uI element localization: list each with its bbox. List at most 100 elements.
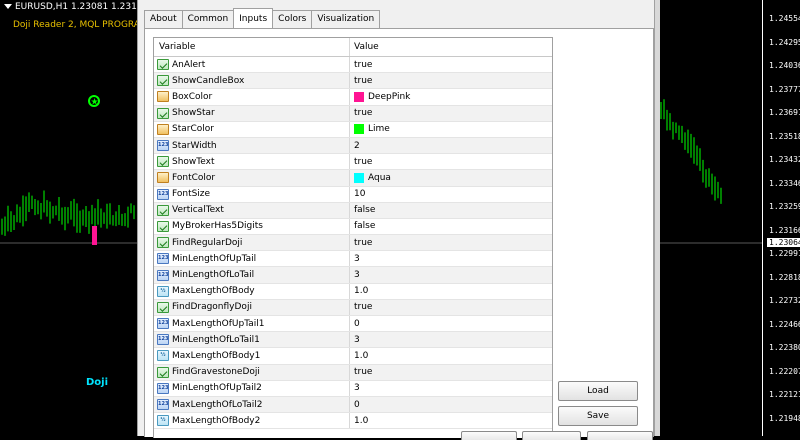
value-cell[interactable]: 1.0 <box>350 286 368 296</box>
variable-name: StarWidth <box>172 140 217 151</box>
value-cell[interactable]: true <box>350 238 372 248</box>
dbl-type-icon: ½ <box>157 285 169 297</box>
variable-value: false <box>354 221 376 232</box>
variable-cell: 123 MinLengthOfLoTail1 <box>154 332 350 348</box>
tab-colors[interactable]: Colors <box>272 10 313 28</box>
value-cell[interactable]: 2 <box>350 141 360 151</box>
input-row-minlengthoflotail1[interactable]: 123 MinLengthOfLoTail1 3 <box>154 332 552 349</box>
value-cell[interactable]: Lime <box>350 124 390 135</box>
inputs-grid: Variable Value AnAlert true ShowCandleBox t… <box>153 37 553 438</box>
input-row-boxcolor[interactable]: BoxColor DeepPink <box>154 89 552 106</box>
price-tick-label: 1.22732 <box>769 296 800 305</box>
input-row-fontsize[interactable]: 123 FontSize 10 <box>154 186 552 203</box>
input-row-findregulardoji[interactable]: FindRegularDoji true <box>154 235 552 252</box>
variable-cell: 123 MinLengthOfUpTail2 <box>154 380 350 396</box>
input-row-showtext[interactable]: ShowText true <box>154 154 552 171</box>
save-button[interactable]: Save <box>558 406 638 426</box>
variable-value: true <box>354 302 373 313</box>
tab-about[interactable]: About <box>144 10 183 28</box>
input-row-showstar[interactable]: ShowStar true <box>154 105 552 122</box>
input-row-starwidth[interactable]: 123 StarWidth 2 <box>154 137 552 155</box>
variable-name: MaxLengthOfLoTail2 <box>172 399 263 410</box>
value-cell[interactable]: 3 <box>350 254 360 264</box>
variable-cell: FontColor <box>154 170 350 186</box>
input-row-fontcolor[interactable]: FontColor Aqua <box>154 170 552 187</box>
variable-name: MinLengthOfUpTail <box>172 253 257 264</box>
dbl-type-icon: ½ <box>157 415 169 427</box>
input-row-maxlengthofbody2[interactable]: ½ MaxLengthOfBody2 1.0 <box>154 413 552 430</box>
variable-cell: 123 MinLengthOfUpTail <box>154 251 350 267</box>
variable-name: FontSize <box>172 189 211 200</box>
dialog-scrollbar[interactable] <box>654 0 660 436</box>
value-cell[interactable]: 1.0 <box>350 416 368 426</box>
value-cell[interactable]: true <box>350 157 372 167</box>
input-row-mybrokerhas5digits[interactable]: MyBrokerHas5Digits false <box>154 218 552 236</box>
value-cell[interactable]: true <box>350 367 372 377</box>
variable-value: 0 <box>354 399 360 410</box>
bool-type-icon <box>157 204 169 216</box>
variable-name: MaxLengthOfBody2 <box>172 415 261 426</box>
variable-value: 3 <box>354 383 360 394</box>
tab-inputs[interactable]: Inputs <box>233 8 274 28</box>
variable-cell: 123 FontSize <box>154 186 350 202</box>
value-cell[interactable]: true <box>350 302 372 312</box>
value-cell[interactable]: false <box>350 205 375 215</box>
value-cell[interactable]: 1.0 <box>350 351 368 361</box>
input-row-minlengthofuptail[interactable]: 123 MinLengthOfUpTail 3 <box>154 251 552 268</box>
color-type-icon <box>157 172 169 184</box>
price-tick-label: 1.23432 <box>769 155 800 164</box>
value-cell[interactable]: false <box>350 221 375 231</box>
value-cell[interactable]: 10 <box>350 189 365 199</box>
value-cell[interactable]: DeepPink <box>350 91 411 102</box>
variable-value: true <box>354 156 373 167</box>
bool-type-icon <box>157 301 169 313</box>
input-row-maxlengthofuptail1[interactable]: 123 MaxLengthOfUpTail1 0 <box>154 316 552 333</box>
bool-type-icon <box>157 59 169 71</box>
tab-common[interactable]: Common <box>181 10 235 28</box>
value-cell[interactable]: Aqua <box>350 172 391 183</box>
value-cell[interactable]: 0 <box>350 319 360 329</box>
color-type-icon <box>157 123 169 135</box>
variable-value: DeepPink <box>368 91 411 102</box>
variable-cell: VerticalText <box>154 202 350 218</box>
value-cell[interactable]: true <box>350 60 372 70</box>
tab-visualization[interactable]: Visualization <box>311 10 381 28</box>
input-row-maxlengthofbody1[interactable]: ½ MaxLengthOfBody1 1.0 <box>154 348 552 365</box>
tab-bar: About Common Inputs Colors Visualization <box>144 8 381 29</box>
value-cell[interactable]: true <box>350 108 372 118</box>
value-cell[interactable]: 3 <box>350 383 360 393</box>
bool-type-icon <box>157 107 169 119</box>
input-row-finddragonflydoji[interactable]: FindDragonflyDoji true <box>154 299 552 316</box>
variable-cell: 123 MaxLengthOfUpTail1 <box>154 316 350 332</box>
input-row-maxlengthofbody[interactable]: ½ MaxLengthOfBody 1.0 <box>154 283 552 300</box>
input-row-verticaltext[interactable]: VerticalText false <box>154 202 552 219</box>
variable-column-header[interactable]: Variable <box>154 38 350 56</box>
variable-value: true <box>354 367 373 378</box>
input-row-starcolor[interactable]: StarColor Lime <box>154 121 552 138</box>
input-row-findgravestonedoji[interactable]: FindGravestoneDoji true <box>154 364 552 381</box>
value-cell[interactable]: true <box>350 76 372 86</box>
variable-name: MinLengthOfLoTail1 <box>172 334 260 345</box>
value-cell[interactable]: 3 <box>350 335 360 345</box>
grid-header: Variable Value <box>154 38 552 57</box>
current-price-marker: 1.23064 <box>767 238 800 247</box>
input-row-maxlengthoflotail2[interactable]: 123 MaxLengthOfLoTail2 0 <box>154 396 552 414</box>
collapse-triangle-icon[interactable] <box>4 4 12 9</box>
color-swatch <box>354 91 364 102</box>
value-cell[interactable]: 3 <box>350 270 360 280</box>
price-tick-label: 1.23259 <box>769 202 800 211</box>
price-tick-label: 1.22818 <box>769 272 800 282</box>
value-cell[interactable]: 0 <box>350 400 360 410</box>
input-row-analert[interactable]: AnAlert true <box>154 57 552 74</box>
doji-text-label: Doji <box>86 377 109 388</box>
input-row-minlengthofuptail2[interactable]: 123 MinLengthOfUpTail2 3 <box>154 380 552 397</box>
variable-name: ShowCandleBox <box>172 75 245 86</box>
variable-value: true <box>354 59 373 70</box>
value-column-header[interactable]: Value <box>350 38 379 56</box>
input-row-showcandlebox[interactable]: ShowCandleBox true <box>154 73 552 90</box>
int-type-icon: 123 <box>157 253 169 265</box>
int-type-icon: 123 <box>157 382 169 394</box>
variable-cell: ShowStar <box>154 105 350 121</box>
input-row-minlengthoflotail[interactable]: 123 MinLengthOfLoTail 3 <box>154 267 552 284</box>
load-button[interactable]: Load <box>558 381 638 401</box>
